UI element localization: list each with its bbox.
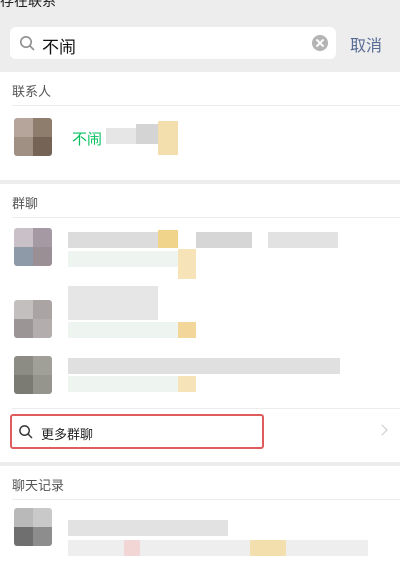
more-groups-label: 更多群聊 <box>41 428 94 443</box>
divider <box>12 217 400 218</box>
search-icon <box>20 36 35 51</box>
blurred-text <box>158 230 178 248</box>
contacts-section-title: 联系人 <box>12 85 52 100</box>
search-input[interactable]: 不闹 <box>10 27 336 59</box>
blurred-text <box>106 128 136 144</box>
blurred-text <box>68 286 158 320</box>
status-fragment: 存在联系 <box>0 0 400 8</box>
search-query-text: 不闹 <box>42 38 76 58</box>
contacts-section: 联系人 <box>0 72 400 180</box>
search-icon <box>19 425 33 439</box>
blurred-text <box>68 251 178 267</box>
blurred-text <box>124 540 140 556</box>
blurred-text <box>178 376 196 392</box>
divider <box>12 105 400 106</box>
blurred-text <box>250 540 286 556</box>
history-section-title: 聊天记录 <box>12 479 65 494</box>
blurred-text <box>196 232 252 248</box>
status-fragment-text: 存在联系 <box>0 0 56 8</box>
avatar <box>14 508 52 546</box>
blurred-text <box>178 322 196 338</box>
blurred-text <box>136 124 158 144</box>
blurred-text <box>68 322 178 338</box>
clear-icon[interactable] <box>312 35 328 51</box>
divider <box>12 408 400 409</box>
avatar <box>14 300 52 338</box>
blurred-text <box>68 540 368 556</box>
blurred-text <box>68 520 228 536</box>
blurred-text <box>268 232 338 248</box>
cancel-button[interactable]: 取消 <box>350 32 382 56</box>
blurred-text <box>68 358 340 374</box>
groups-section-title: 群聊 <box>12 197 39 212</box>
avatar <box>14 356 52 394</box>
blurred-text <box>178 249 196 279</box>
avatar <box>14 118 52 156</box>
avatar <box>14 228 52 266</box>
more-groups-button[interactable]: 更多群聊 <box>10 414 264 449</box>
blurred-text <box>158 121 178 155</box>
blurred-text <box>68 376 178 392</box>
blurred-text <box>68 232 158 248</box>
divider <box>12 499 400 500</box>
contact-name: 不闹 <box>72 130 103 148</box>
